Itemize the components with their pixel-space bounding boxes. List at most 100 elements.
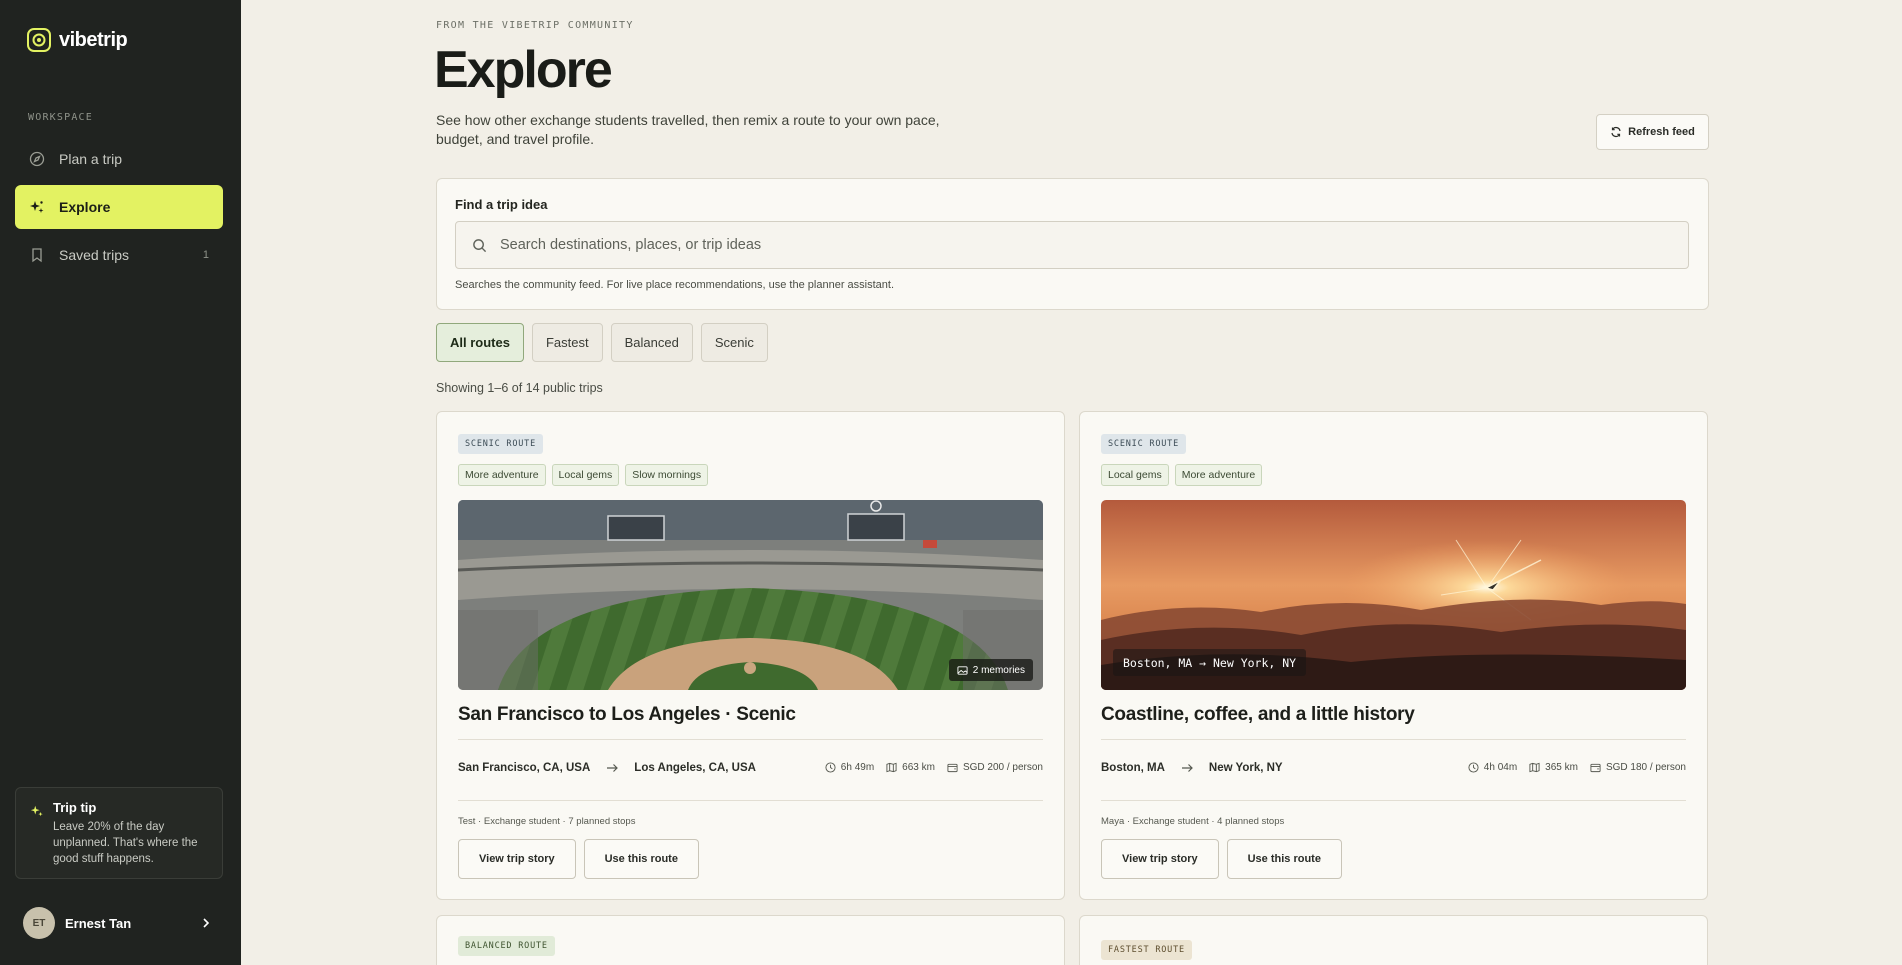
distance-value: 663 km (902, 762, 935, 773)
trip-title[interactable]: San Francisco to Los Angeles · Scenic (458, 704, 796, 726)
trip-tag: More adventure (1174, 464, 1263, 486)
cost-stat: SGD 200 / person (947, 762, 1043, 773)
bookmark-icon (32, 248, 42, 263)
tip-title: Trip tip (53, 800, 97, 815)
vibetrip-logo-icon (27, 28, 51, 52)
memories-badge: 2 memories (948, 659, 1033, 681)
trip-tag: More adventure (458, 464, 546, 486)
sidebar-nav: Plan a trip Explore Saved trips 1 (15, 137, 223, 281)
route-origin: San Francisco, CA, USA (458, 762, 591, 774)
refresh-icon (1611, 127, 1621, 137)
user-name: Ernest Tan (65, 915, 132, 931)
memories-count: 2 memories (972, 664, 1025, 676)
map-icon (1529, 762, 1540, 773)
cost-stat: SGD 180 / person (1590, 762, 1686, 773)
trip-title[interactable]: Coastline, coffee, and a little history (1101, 704, 1415, 726)
sidebar-item-label: Explore (59, 199, 111, 215)
sidebar-item-plan-a-trip[interactable]: Plan a trip (15, 137, 223, 181)
user-menu[interactable]: ET Ernest Tan (23, 907, 213, 939)
sidebar-item-label: Plan a trip (59, 151, 123, 167)
view-trip-story-button[interactable]: View trip story (1101, 839, 1219, 879)
search-card: Find a trip idea Searches the community … (436, 178, 1709, 310)
route-summary: Boston, MA New York, NY (1101, 762, 1283, 774)
trip-photo-sunset[interactable]: Boston, MA → New York, NY (1101, 500, 1686, 690)
trip-author-meta: Test · Exchange student · 7 planned stop… (458, 816, 636, 827)
trip-photo-stadium[interactable]: 2 memories (458, 500, 1043, 690)
trip-actions: View trip story Use this route (458, 839, 699, 879)
clock-icon (825, 762, 836, 773)
divider (458, 800, 1043, 801)
duration-value: 6h 49m (840, 762, 875, 773)
image-icon (957, 665, 968, 675)
route-summary: San Francisco, CA, USA Los Angeles, CA, … (458, 762, 756, 774)
trip-card: SCENIC ROUTE More adventure Local gems S… (436, 411, 1065, 900)
trip-tags: Local gems More adventure (1101, 464, 1263, 486)
wallet-icon (1590, 763, 1601, 773)
route-destination: New York, NY (1208, 762, 1283, 774)
trip-tip: Trip tip Leave 20% of the day unplanned.… (15, 787, 223, 879)
divider (458, 739, 1043, 740)
divider (1101, 800, 1686, 801)
duration-stat: 6h 49m (825, 762, 874, 773)
duration-stat: 4h 04m (1468, 762, 1517, 773)
distance-stat: 365 km (1529, 762, 1578, 773)
trip-tag: Local gems (1101, 464, 1169, 486)
route-filters: All routes Fastest Balanced Scenic (436, 323, 768, 362)
sidebar-item-label: Saved trips (59, 247, 130, 263)
filter-all-routes[interactable]: All routes (436, 323, 524, 362)
main-content: FROM THE VIBETRIP COMMUNITY Explore See … (241, 0, 1902, 965)
search-input[interactable] (500, 237, 1650, 253)
search-label: Find a trip idea (455, 197, 548, 212)
page-eyebrow: FROM THE VIBETRIP COMMUNITY (436, 20, 634, 31)
refresh-feed-button[interactable]: Refresh feed (1596, 114, 1709, 150)
distance-stat: 663 km (886, 762, 935, 773)
sparkle-icon (30, 201, 44, 213)
map-icon (886, 762, 897, 773)
route-type-badge: BALANCED ROUTE (458, 936, 555, 956)
filter-scenic[interactable]: Scenic (700, 323, 768, 362)
page-title: Explore (434, 41, 613, 99)
trip-stats: 6h 49m 663 km SGD 200 / person (825, 762, 1043, 773)
avatar: ET (23, 907, 55, 939)
distance-value: 365 km (1545, 762, 1578, 773)
sidebar-item-explore[interactable]: Explore (15, 185, 223, 229)
route-type-badge: SCENIC ROUTE (1101, 434, 1187, 454)
saved-trips-count: 1 (202, 249, 209, 261)
use-this-route-button[interactable]: Use this route (1226, 839, 1342, 879)
divider (1101, 739, 1686, 740)
trip-stats: 4h 04m 365 km SGD 180 / person (1468, 762, 1686, 773)
trip-actions: View trip story Use this route (1101, 839, 1342, 879)
search-icon (473, 238, 487, 252)
filter-fastest[interactable]: Fastest (531, 323, 603, 362)
trip-tag: Slow mornings (625, 464, 709, 486)
trip-card: BALANCED ROUTE (436, 915, 1065, 965)
filter-balanced[interactable]: Balanced (610, 323, 693, 362)
sidebar-item-saved-trips[interactable]: Saved trips 1 (15, 233, 223, 277)
page-subtitle: See how other exchange students travelle… (436, 112, 940, 147)
wallet-icon (947, 763, 958, 773)
trip-card: SCENIC ROUTE Local gems More adventure B… (1079, 411, 1708, 900)
brand[interactable]: vibetrip (27, 28, 128, 52)
search-box[interactable] (455, 221, 1689, 269)
trip-author-meta: Maya · Exchange student · 4 planned stop… (1101, 816, 1285, 827)
route-overlay-label: Boston, MA → New York, NY (1113, 649, 1307, 676)
clock-icon (1468, 762, 1479, 773)
trip-tag: Local gems (551, 464, 620, 486)
arrow-right-icon (1181, 764, 1193, 772)
view-trip-story-button[interactable]: View trip story (458, 839, 576, 879)
brand-name: vibetrip (59, 28, 128, 51)
search-help-text: Searches the community feed. For live pl… (455, 279, 895, 291)
chevron-right-icon (203, 918, 210, 928)
cost-value: SGD 200 / person (962, 762, 1043, 773)
duration-value: 4h 04m (1483, 762, 1518, 773)
route-origin: Boston, MA (1101, 762, 1165, 774)
trip-tags: More adventure Local gems Slow mornings (458, 464, 709, 486)
refresh-feed-label: Refresh feed (1628, 126, 1695, 138)
sidebar: vibetrip WORKSPACE Plan a trip Explore S… (0, 0, 241, 965)
route-type-badge: FASTEST ROUTE (1101, 940, 1192, 960)
arrow-right-icon (607, 764, 619, 772)
use-this-route-button[interactable]: Use this route (583, 839, 699, 879)
route-type-badge: SCENIC ROUTE (458, 434, 544, 454)
route-destination: Los Angeles, CA, USA (634, 762, 756, 774)
sparkle-icon (30, 805, 43, 817)
